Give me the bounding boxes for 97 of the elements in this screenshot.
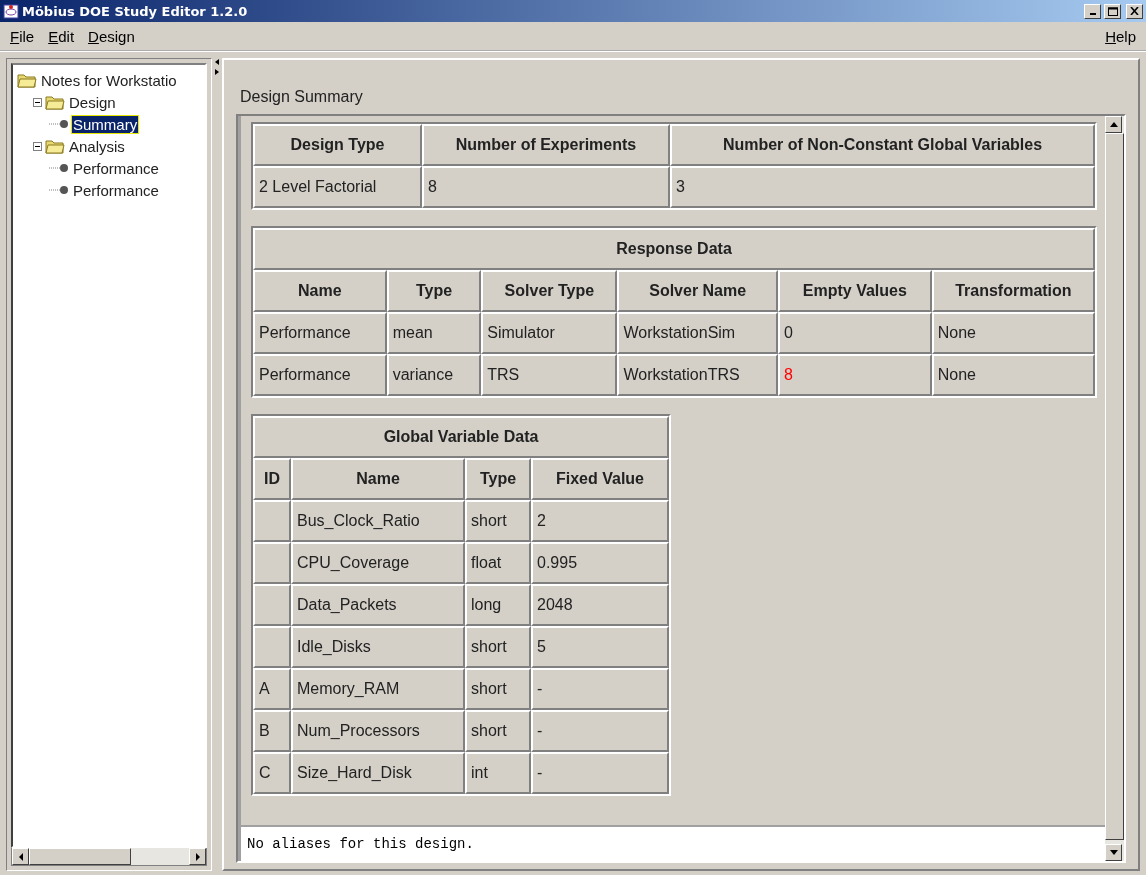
bullet-icon (49, 119, 69, 129)
table-cell: None (931, 354, 1095, 396)
table-cell: Idle_Disks (291, 626, 465, 668)
table-cell: - (531, 752, 669, 794)
minimize-button[interactable] (1084, 3, 1101, 19)
table-cell: WorkstationSim (617, 312, 778, 354)
maximize-icon (1107, 6, 1118, 16)
table-cell: short (465, 626, 531, 668)
bullet-icon (49, 185, 69, 195)
right-arrow-icon (194, 852, 201, 861)
menu-item[interactable]: File (4, 25, 41, 47)
tree-item[interactable]: Performance (72, 159, 160, 177)
table-cell (253, 542, 291, 584)
table-cell (253, 584, 291, 626)
down-arrow-icon (1109, 850, 1118, 855)
table-cell: 2 (531, 500, 669, 542)
table-cell: int (465, 752, 531, 794)
table-cell: 2 Level Factorial (253, 166, 423, 208)
column-header: Solver Type (481, 270, 618, 312)
table-cell: Simulator (481, 312, 618, 354)
table-cell: float (465, 542, 531, 584)
table-cell: 5 (531, 626, 669, 668)
table-cell: - (531, 710, 669, 752)
column-header: Fixed Value (531, 458, 669, 500)
table-cell: mean (386, 312, 482, 354)
table-cell: C (253, 752, 291, 794)
table-cell (253, 500, 291, 542)
table-cell: 8 (422, 166, 670, 208)
table-cell: short (465, 710, 531, 752)
column-header: Number of Experiments (422, 124, 670, 166)
up-arrow-icon (1109, 122, 1118, 127)
table-cell: TRS (481, 354, 618, 396)
column-header: Name (291, 458, 465, 500)
collapse-right-icon (213, 68, 221, 76)
collapse-left-icon (213, 58, 221, 66)
column-header: Type (386, 270, 482, 312)
table-cell: 2048 (531, 584, 669, 626)
scrollbar-thumb[interactable] (29, 848, 131, 865)
scroll-down-button[interactable] (1105, 844, 1122, 861)
tree-item[interactable]: Summary (72, 115, 139, 133)
close-icon (1130, 7, 1139, 15)
panel-title: Design Summary (240, 88, 364, 106)
column-header: Number of Non-Constant Global Variables (669, 124, 1095, 166)
tree-item[interactable]: Performance (72, 181, 160, 199)
table-cell: Bus_Clock_Ratio (291, 500, 465, 542)
bullet-icon (49, 163, 69, 173)
table-cell: - (531, 668, 669, 710)
tree-item[interactable]: Design (68, 93, 117, 111)
table-cell: Num_Processors (291, 710, 465, 752)
menu-item[interactable]: Edit (42, 25, 81, 47)
folder-icon (45, 94, 65, 110)
column-header: Name (253, 270, 387, 312)
menu-item[interactable]: Design (82, 25, 141, 47)
close-button[interactable] (1126, 3, 1143, 19)
menu-item[interactable]: Help (1099, 25, 1142, 47)
column-header: Type (465, 458, 531, 500)
table-cell: None (931, 312, 1095, 354)
table-cell: Performance (253, 354, 387, 396)
table-cell: WorkstationTRS (617, 354, 778, 396)
tree-item[interactable]: Notes for Workstatio (40, 71, 178, 89)
tree-item[interactable]: Analysis (68, 137, 126, 155)
table-cell (253, 626, 291, 668)
table-cell: 3 (669, 166, 1095, 208)
table-cell: 0 (777, 312, 932, 354)
table-cell: B (253, 710, 291, 752)
table-cell: Data_Packets (291, 584, 465, 626)
aliases-text: No aliases for this design. (241, 825, 1105, 861)
column-header: Transformation (931, 270, 1095, 312)
table-title: Response Data (253, 228, 1095, 270)
left-arrow-icon (17, 852, 24, 861)
table-cell: Size_Hard_Disk (291, 752, 465, 794)
scroll-left-button[interactable] (12, 848, 29, 865)
table-cell: Memory_RAM (291, 668, 465, 710)
column-header: Empty Values (777, 270, 932, 312)
folder-icon (17, 72, 37, 88)
table-cell: long (465, 584, 531, 626)
collapse-icon[interactable] (33, 97, 42, 107)
collapse-icon[interactable] (33, 141, 42, 151)
app-icon (3, 3, 19, 19)
table-cell: CPU_Coverage (291, 542, 465, 584)
scroll-right-button[interactable] (189, 848, 206, 865)
table-title: Global Variable Data (253, 416, 669, 458)
column-header: ID (253, 458, 291, 500)
table-cell: variance (386, 354, 482, 396)
folder-icon (45, 138, 65, 154)
column-header: Solver Name (617, 270, 778, 312)
window-title: Möbius DOE Study Editor 1.2.0 (22, 3, 249, 19)
scroll-up-button[interactable] (1105, 116, 1122, 133)
table-cell: 0.995 (531, 542, 669, 584)
table-cell: 8 (777, 354, 932, 396)
horizontal-scrollbar[interactable] (11, 848, 207, 866)
table-cell: Performance (253, 312, 387, 354)
column-header: Design Type (253, 124, 423, 166)
table-cell: A (253, 668, 291, 710)
table-cell: short (465, 500, 531, 542)
maximize-button[interactable] (1104, 3, 1121, 19)
table-cell: short (465, 668, 531, 710)
